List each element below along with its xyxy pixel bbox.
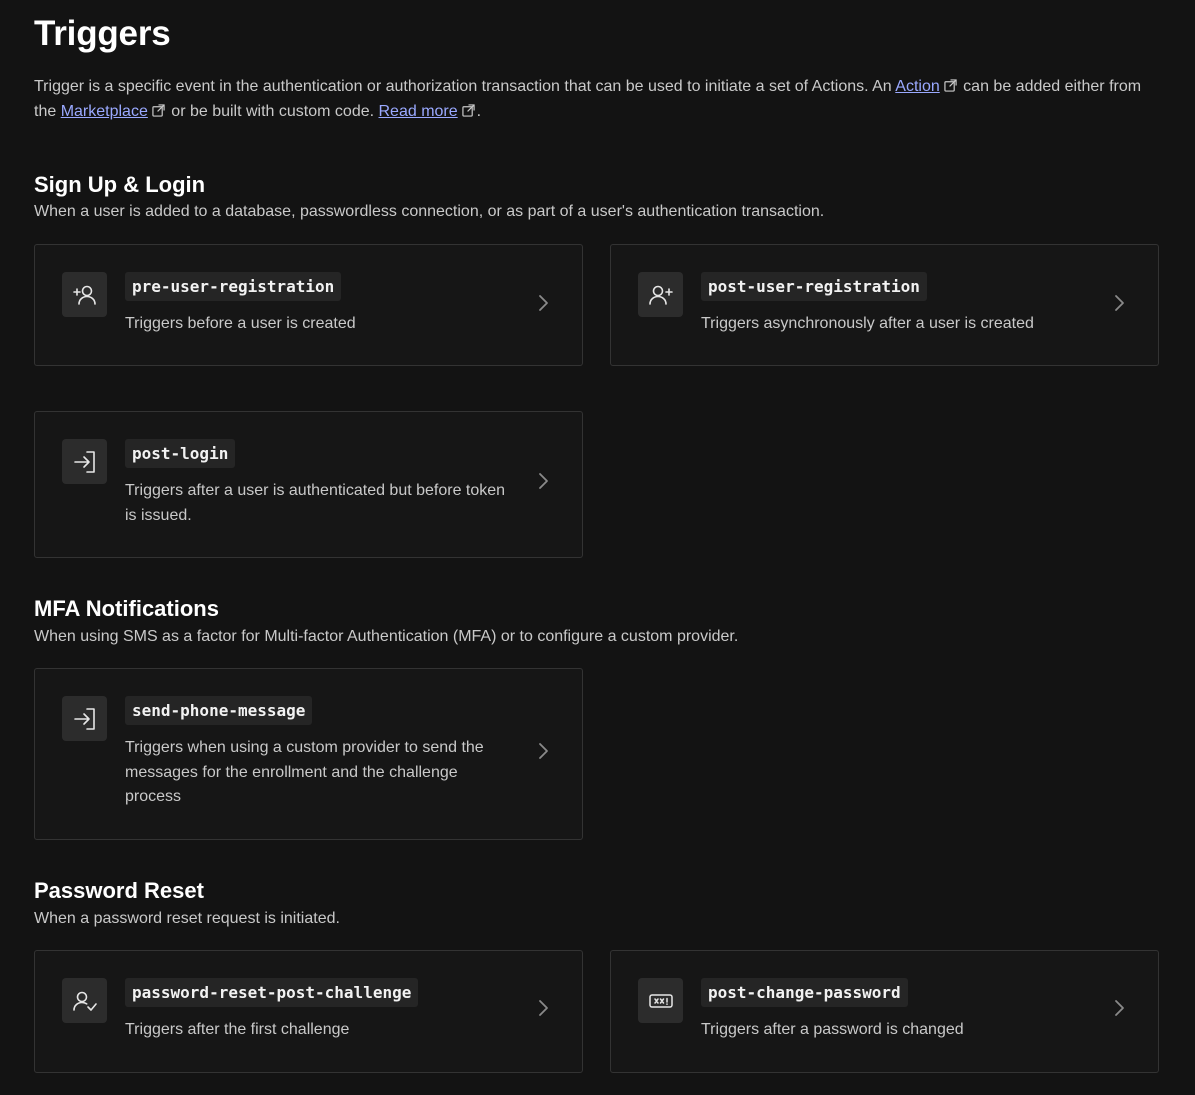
login-icon [62,439,107,484]
marketplace-link[interactable]: Marketplace [61,103,148,120]
chevron-right-icon [1113,294,1125,312]
chevron-right-icon [1113,999,1125,1017]
section-description-signup-login: When a user is added to a database, pass… [34,203,825,220]
section-title-password-reset: Password Reset [34,878,204,903]
trigger-description: Triggers before a user is created [125,315,356,332]
trigger-name: password-reset-post-challenge [125,978,419,1007]
trigger-description: Triggers asynchronously after a user is … [701,315,1034,332]
trigger-card-post-user-registration[interactable]: post-user-registration Triggers asynchro… [610,244,1159,366]
intro-text-part: or be built with custom code. [166,103,379,120]
section-title-signup-login: Sign Up & Login [34,172,206,197]
trigger-name: send-phone-message [125,696,313,725]
trigger-description: Triggers after a password is changed [701,1021,964,1038]
section-description-mfa: When using SMS as a factor for Multi-fac… [34,628,739,645]
chevron-right-icon [537,742,549,760]
action-link[interactable]: Action [895,78,939,95]
chevron-right-icon [537,472,549,490]
trigger-card-post-login[interactable]: post-login Triggers after a user is auth… [34,411,583,558]
password-field-icon [638,978,683,1023]
intro-text: Trigger is a specific event in the authe… [34,74,1144,124]
section-title-mfa: MFA Notifications [34,596,219,621]
trigger-description: Triggers when using a custom provider to… [125,739,484,805]
trigger-card-pre-user-registration[interactable]: pre-user-registration Triggers before a … [34,244,583,366]
user-plus-icon [638,272,683,317]
chevron-right-icon [537,999,549,1017]
trigger-card-password-reset-post-challenge[interactable]: password-reset-post-challenge Triggers a… [34,950,583,1073]
trigger-name: post-login [125,439,236,468]
trigger-card-send-phone-message[interactable]: send-phone-message Triggers when using a… [34,668,583,840]
read-more-link[interactable]: Read more [379,103,458,120]
section-description-password-reset: When a password reset request is initiat… [34,910,340,927]
trigger-name: post-user-registration [701,272,927,301]
user-add-icon [62,272,107,317]
external-link-icon [152,104,165,117]
intro-text-part: . [476,103,482,120]
trigger-card-post-change-password[interactable]: post-change-password Triggers after a pa… [610,950,1159,1073]
user-check-icon [62,978,107,1023]
intro-text-part: Trigger is a specific event in the authe… [34,78,896,95]
login-icon [62,696,107,741]
trigger-name: pre-user-registration [125,272,342,301]
trigger-name: post-change-password [701,978,908,1007]
external-link-icon [461,104,475,117]
page-title: Triggers [34,14,171,53]
external-link-icon [944,79,957,92]
chevron-right-icon [537,294,549,312]
trigger-description: Triggers after the first challenge [125,1021,350,1038]
trigger-description: Triggers after a user is authenticated b… [125,482,506,524]
